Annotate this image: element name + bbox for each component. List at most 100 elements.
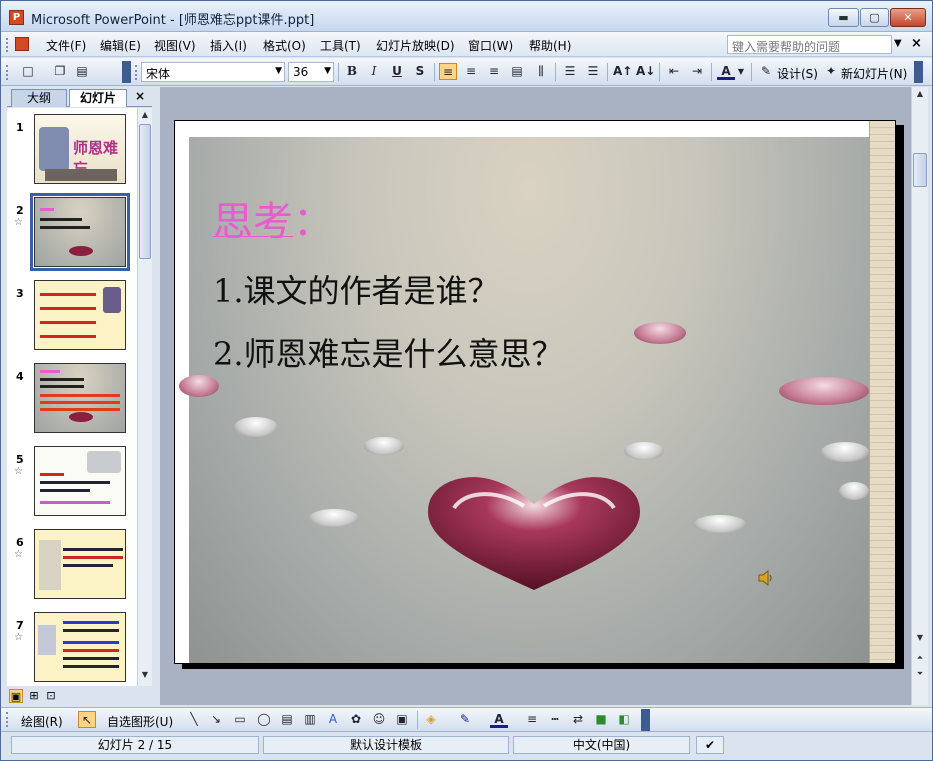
minimize-button[interactable]: ▬ bbox=[828, 8, 859, 27]
pane-close-icon[interactable]: × bbox=[135, 89, 145, 103]
menu-insert[interactable]: 插入(I) bbox=[210, 37, 247, 54]
design-icon[interactable]: ✎ bbox=[757, 63, 775, 80]
bulleted-list-icon[interactable]: ☰ bbox=[584, 63, 602, 80]
status-design-template[interactable]: 默认设计模板 bbox=[263, 736, 509, 754]
slide-thumbnail-2[interactable] bbox=[30, 193, 130, 271]
wordart-icon[interactable]: A bbox=[324, 711, 342, 728]
font-color-icon[interactable]: A bbox=[490, 711, 508, 728]
3d-style-icon[interactable]: ◧ bbox=[615, 711, 633, 728]
underline-button[interactable]: U bbox=[388, 63, 406, 80]
rectangle-icon[interactable]: ▭ bbox=[231, 711, 249, 728]
text-direction-icon[interactable]: ⫼ bbox=[532, 63, 550, 80]
next-slide-icon[interactable]: ⏷ bbox=[914, 669, 926, 679]
editor-vertical-scrollbar[interactable]: ▲ ▼ ⏶ ⏷ bbox=[911, 87, 928, 705]
menu-slideshow[interactable]: 幻灯片放映(D) bbox=[376, 37, 455, 54]
slide-sorter-view-icon[interactable]: ⊞ bbox=[27, 689, 41, 703]
previous-slide-icon[interactable]: ⏶ bbox=[914, 653, 926, 663]
increase-indent-icon[interactable]: ⇥ bbox=[688, 63, 706, 80]
maximize-button[interactable]: ▢ bbox=[860, 8, 889, 27]
scroll-down-icon[interactable]: ▼ bbox=[139, 670, 151, 679]
vertical-textbox-icon[interactable]: ▥ bbox=[301, 711, 319, 728]
current-slide[interactable]: 思考： 1.课文的作者是谁？ 2.师恩难忘是什么意思？ bbox=[174, 120, 896, 664]
menu-view[interactable]: 视图(V) bbox=[154, 37, 196, 54]
line-icon[interactable]: ╲ bbox=[185, 711, 203, 728]
slide-body-line-2[interactable]: 2.师恩难忘是什么意思？ bbox=[213, 329, 564, 375]
toolbar-grip-handle[interactable] bbox=[6, 65, 9, 80]
toolbar-overflow-button-3[interactable] bbox=[641, 709, 650, 731]
autoshapes-button[interactable]: 自选图形(U) bbox=[107, 713, 173, 730]
align-left-icon[interactable]: ≡ bbox=[439, 63, 457, 80]
menu-file[interactable]: 文件(F) bbox=[46, 37, 86, 54]
document-close-icon[interactable]: × bbox=[911, 36, 922, 51]
menu-grip-handle[interactable] bbox=[6, 38, 9, 52]
dash-style-icon[interactable]: ┅ bbox=[546, 711, 564, 728]
textbox-icon[interactable]: ▤ bbox=[278, 711, 296, 728]
chevron-down-icon[interactable]: ▼ bbox=[324, 66, 331, 76]
fill-color-icon[interactable]: ◈ bbox=[422, 711, 440, 728]
line-style-icon[interactable]: ≡ bbox=[523, 711, 541, 728]
thumbnail-scrollbar[interactable]: ▲ ▼ bbox=[137, 108, 152, 686]
draw-menu-button[interactable]: 绘图(R) bbox=[21, 713, 63, 730]
slide-thumbnail-1[interactable]: 师恩难忘 bbox=[34, 114, 126, 184]
clipart-icon[interactable]: ☺ bbox=[370, 711, 388, 728]
align-center-icon[interactable]: ≡ bbox=[462, 63, 480, 80]
slideshow-view-icon[interactable]: ⊡ bbox=[44, 689, 58, 703]
increase-font-icon[interactable]: A↑ bbox=[613, 63, 632, 80]
chevron-down-icon[interactable]: ▼ bbox=[736, 63, 746, 80]
scroll-up-icon[interactable]: ▲ bbox=[139, 110, 151, 119]
menu-window[interactable]: 窗口(W) bbox=[468, 37, 513, 54]
decrease-font-icon[interactable]: A↓ bbox=[636, 63, 655, 80]
tab-outline[interactable]: 大纲 bbox=[11, 89, 67, 107]
select-pointer-icon[interactable]: ↖ bbox=[78, 711, 96, 728]
oval-icon[interactable]: ◯ bbox=[255, 711, 273, 728]
align-right-icon[interactable]: ≡ bbox=[485, 63, 503, 80]
font-color-icon[interactable]: A bbox=[717, 63, 735, 80]
font-size-select[interactable]: 36 ▼ bbox=[288, 62, 334, 82]
chevron-down-icon[interactable]: ▼ bbox=[275, 66, 282, 76]
menu-edit[interactable]: 编辑(E) bbox=[100, 37, 141, 54]
shadow-style-icon[interactable]: ■ bbox=[592, 711, 610, 728]
shadow-button[interactable]: S bbox=[411, 63, 429, 80]
new-document-icon[interactable]: □ bbox=[19, 63, 37, 80]
new-slide-icon[interactable]: ✦ bbox=[822, 63, 840, 80]
toolbar-overflow-button-2[interactable] bbox=[914, 61, 923, 83]
help-search-input[interactable]: 键入需要帮助的问题 bbox=[727, 35, 892, 54]
arrow-icon[interactable]: ↘ bbox=[207, 711, 225, 728]
slide-body-line-1[interactable]: 1.课文的作者是谁？ bbox=[213, 266, 500, 312]
help-dropdown-icon[interactable]: ▼ bbox=[894, 38, 902, 49]
design-button[interactable]: 设计(S) bbox=[777, 65, 818, 82]
picture-icon[interactable]: ▣ bbox=[393, 711, 411, 728]
bold-button[interactable]: B bbox=[343, 63, 361, 80]
normal-view-icon[interactable]: ▣ bbox=[9, 689, 23, 703]
tab-slides[interactable]: 幻灯片 bbox=[69, 89, 127, 107]
scroll-down-icon[interactable]: ▼ bbox=[914, 633, 926, 642]
slide-thumbnail-6[interactable] bbox=[34, 529, 126, 599]
spelling-check-icon[interactable]: ✔ bbox=[696, 736, 724, 754]
copy-icon[interactable]: ❐ bbox=[51, 63, 69, 80]
menu-help[interactable]: 帮助(H) bbox=[529, 37, 571, 54]
slide-thumbnail-7[interactable] bbox=[34, 612, 126, 682]
document-icon[interactable] bbox=[15, 37, 29, 51]
decrease-indent-icon[interactable]: ⇤ bbox=[665, 63, 683, 80]
slide-thumbnail-4[interactable] bbox=[34, 363, 126, 433]
slide-thumbnail-5[interactable] bbox=[34, 446, 126, 516]
sound-icon[interactable] bbox=[757, 569, 775, 587]
menu-format[interactable]: 格式(O) bbox=[263, 37, 306, 54]
new-slide-button[interactable]: 新幻灯片(N) bbox=[841, 65, 907, 82]
slide-thumbnail-3[interactable] bbox=[34, 280, 126, 350]
toolbar-grip-handle-2[interactable] bbox=[135, 65, 138, 80]
font-name-select[interactable]: 宋体 ▼ bbox=[141, 62, 285, 82]
arrow-style-icon[interactable]: ⇄ bbox=[569, 711, 587, 728]
justify-icon[interactable]: ▤ bbox=[508, 63, 526, 80]
scrollbar-thumb[interactable] bbox=[913, 153, 927, 187]
toolbar-overflow-button[interactable] bbox=[122, 61, 131, 83]
powerpoint-app-icon[interactable]: P bbox=[9, 10, 24, 25]
toolbar-grip-handle[interactable] bbox=[6, 712, 9, 727]
scrollbar-thumb[interactable] bbox=[139, 124, 151, 259]
close-button[interactable]: ✕ bbox=[890, 8, 926, 27]
line-color-icon[interactable]: ✎ bbox=[456, 711, 474, 728]
diagram-icon[interactable]: ✿ bbox=[347, 711, 365, 728]
menu-tools[interactable]: 工具(T) bbox=[320, 37, 361, 54]
numbered-list-icon[interactable]: ☰ bbox=[561, 63, 579, 80]
scroll-up-icon[interactable]: ▲ bbox=[914, 89, 926, 98]
